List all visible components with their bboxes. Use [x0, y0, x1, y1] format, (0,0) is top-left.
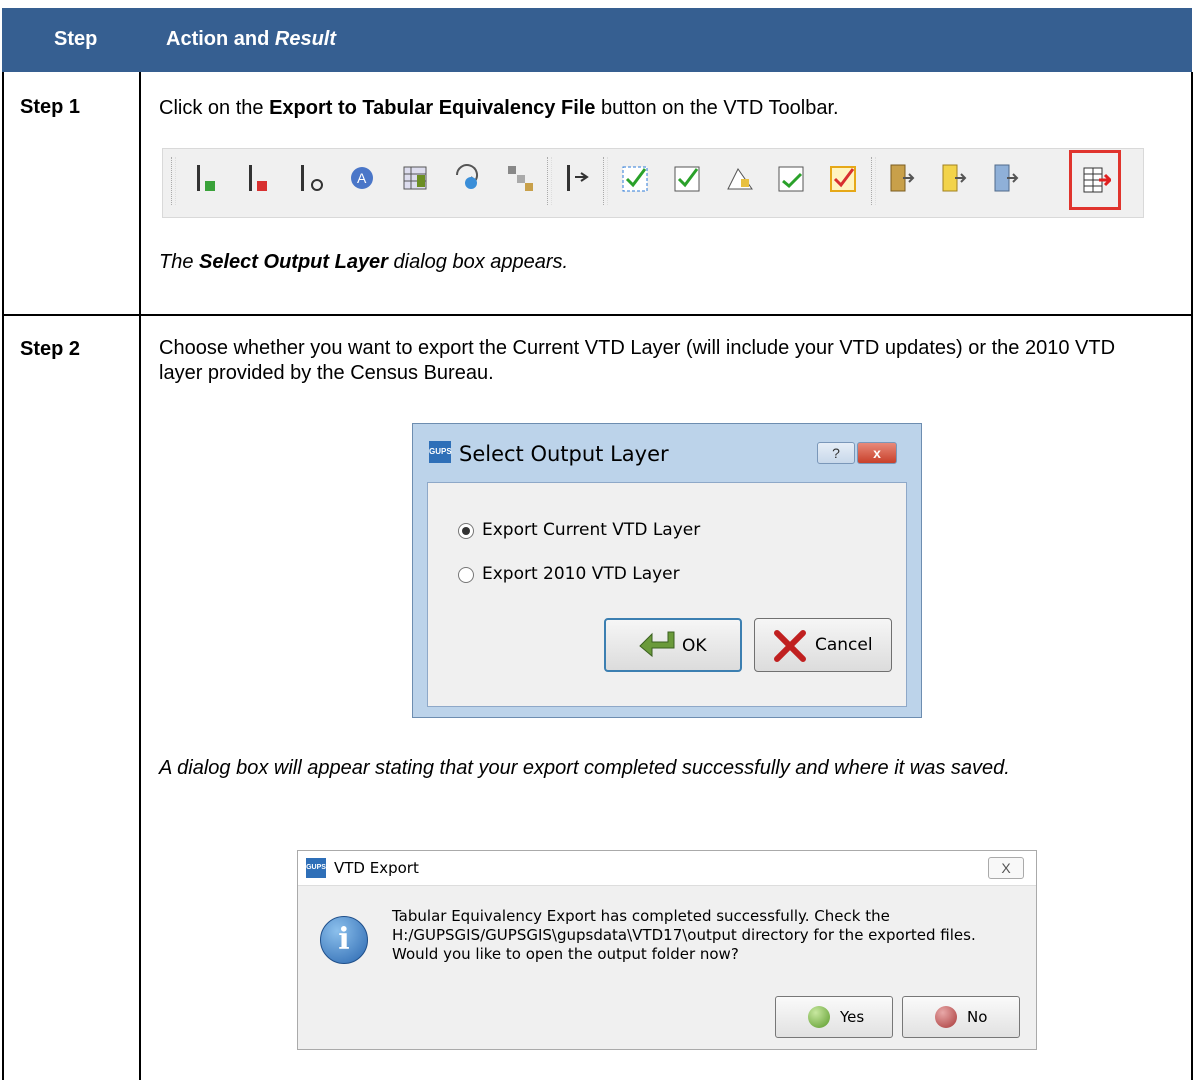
green-ball-icon — [808, 1006, 830, 1028]
ok-arrow-icon — [639, 631, 675, 658]
export-blue-icon[interactable] — [991, 163, 1021, 193]
dialog-title: VTD Export — [334, 859, 419, 877]
table-edit-icon[interactable] — [401, 163, 431, 193]
review-icon[interactable] — [829, 163, 859, 193]
close-button[interactable]: X — [988, 857, 1024, 879]
step1-result: The Select Output Layer dialog box appea… — [159, 251, 569, 273]
ok-label: OK — [682, 636, 707, 656]
select-output-layer-dialog: GUPS Select Output Layer ? x Export Curr… — [412, 423, 922, 718]
step2-result: A dialog box will appear stating that yo… — [159, 757, 1010, 779]
option-export-current-label: Export Current VTD Layer — [482, 520, 701, 540]
validate-icon[interactable] — [673, 163, 703, 193]
add-line-icon[interactable] — [193, 163, 223, 193]
step2-instruction: Choose whether you want to export the Cu… — [159, 337, 1116, 384]
ok-button[interactable]: OK — [604, 618, 742, 672]
check-icon[interactable] — [621, 163, 651, 193]
export-yellow-icon[interactable] — [939, 163, 969, 193]
svg-text:A: A — [357, 170, 367, 186]
zoom-select-icon[interactable] — [453, 163, 483, 193]
delete-line-icon[interactable] — [245, 163, 275, 193]
cancel-x-icon — [774, 630, 806, 662]
radio-export-current[interactable] — [458, 523, 474, 539]
help-button[interactable]: ? — [817, 442, 855, 464]
gups-logo-icon: GUPS — [306, 858, 326, 878]
accept-icon[interactable] — [777, 163, 807, 193]
red-ball-icon — [935, 1006, 957, 1028]
split-line-icon[interactable] — [297, 163, 327, 193]
dialog-titlebar: GUPS VTD Export X — [298, 851, 1036, 886]
relate-icon[interactable] — [505, 163, 535, 193]
instructions-table: Step Action and Result Step 1 Click on t… — [0, 0, 1193, 1080]
step2-label: Step 2 — [20, 338, 81, 360]
vtd-export-dialog: GUPS VTD Export X i Tabular Equivalency … — [297, 850, 1037, 1050]
highlight-box — [1069, 150, 1121, 210]
border-left — [2, 72, 4, 1080]
no-button[interactable]: No — [902, 996, 1020, 1038]
step1-label: Step 1 — [20, 96, 81, 118]
no-label: No — [967, 1008, 988, 1026]
cancel-button[interactable]: Cancel — [754, 618, 892, 672]
column-divider — [139, 72, 141, 1080]
table-header: Step Action and Result — [2, 8, 1192, 72]
export-message: Tabular Equivalency Export has completed… — [392, 907, 976, 963]
dialog-body: Export Current VTD Layer Export 2010 VTD… — [427, 482, 907, 707]
radio-export-2010[interactable] — [458, 567, 474, 583]
close-button[interactable]: x — [857, 442, 897, 464]
flip-icon[interactable] — [563, 163, 593, 193]
lock-icon[interactable] — [725, 163, 755, 193]
dialog-title: Select Output Layer — [459, 442, 669, 466]
vtd-toolbar: A — [162, 148, 1144, 218]
export-zip-icon[interactable] — [887, 163, 917, 193]
row-divider — [2, 314, 1193, 316]
header-action: Action and Result — [166, 28, 337, 50]
yes-label: Yes — [840, 1008, 865, 1026]
info-icon: i — [320, 916, 368, 964]
label-icon[interactable]: A — [349, 163, 379, 193]
cancel-label: Cancel — [815, 635, 873, 655]
yes-button[interactable]: Yes — [775, 996, 893, 1038]
option-export-2010-label: Export 2010 VTD Layer — [482, 564, 680, 584]
header-step: Step — [54, 28, 98, 50]
step1-instruction: Click on the Export to Tabular Equivalen… — [159, 97, 839, 119]
gups-logo-icon: GUPS — [429, 441, 452, 463]
